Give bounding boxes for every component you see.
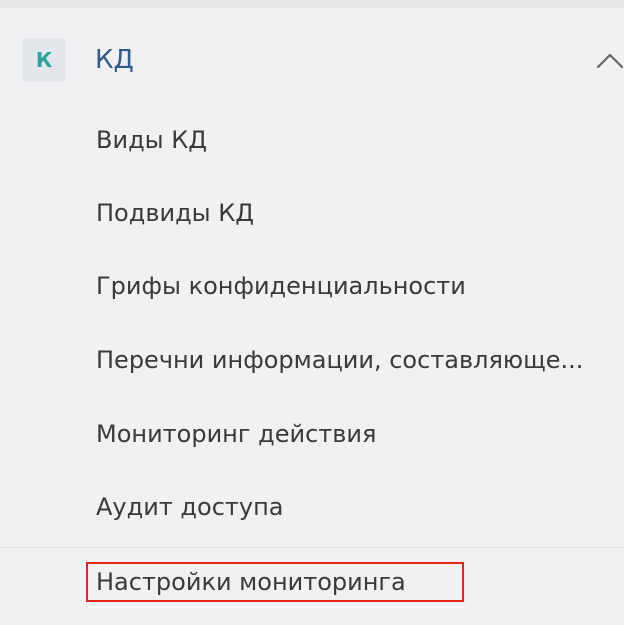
menu-item-label: Грифы конфиденциальности [96,272,466,300]
menu-item-types[interactable]: Виды КД [0,110,624,170]
menu-item-monitoring-settings[interactable]: Настройки мониторинга [0,552,624,612]
menu-item-label: Подвиды КД [96,199,255,227]
menu-item-action-monitoring[interactable]: Мониторинг действия [0,404,624,464]
menu-item-label: Аудит доступа [96,493,284,521]
menu-item-confidentiality-labels[interactable]: Грифы конфиденциальности [0,256,624,316]
menu-item-label: Перечни информации, составляюще... [96,346,584,374]
navigation-panel: К КД Виды КД Подвиды КД Грифы конфиденци… [0,0,624,625]
menu-item-label: Мониторинг действия [96,420,377,448]
menu-item-access-audit[interactable]: Аудит доступа [0,477,624,537]
section-title: КД [95,45,134,75]
section-header-kd[interactable]: К КД [0,8,624,108]
menu-item-subtypes[interactable]: Подвиды КД [0,183,624,243]
chevron-up-icon[interactable] [595,46,624,76]
menu-item-information-lists[interactable]: Перечни информации, составляюще... [0,330,624,390]
menu-item-label: Виды КД [96,126,208,154]
top-divider [0,0,624,8]
section-badge: К [22,38,66,82]
menu-divider [0,547,624,548]
menu-item-label: Настройки мониторинга [96,568,406,596]
